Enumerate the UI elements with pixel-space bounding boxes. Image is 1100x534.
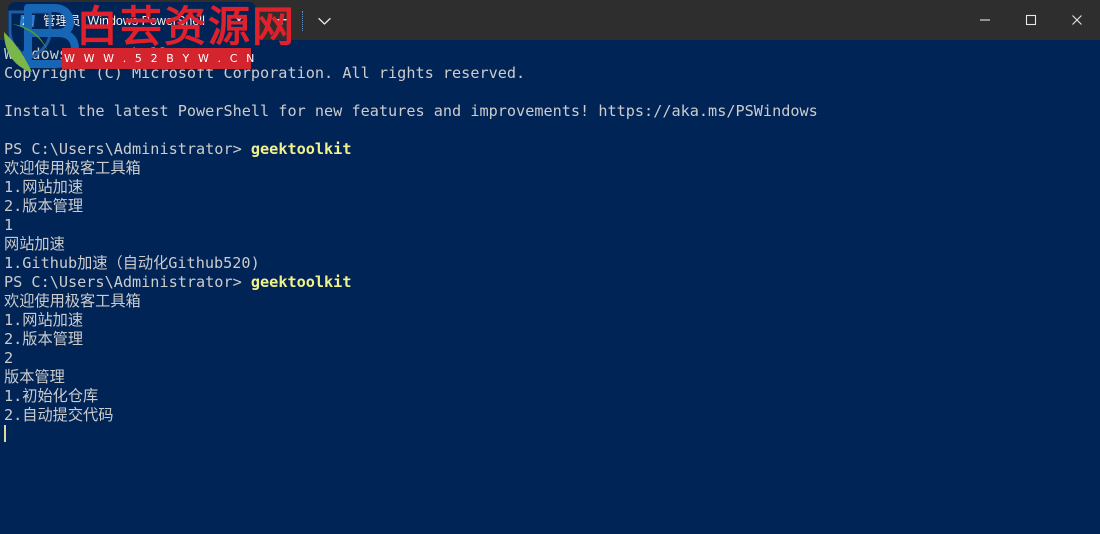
chevron-down-icon[interactable] <box>304 2 344 40</box>
terminal-line: 欢迎使用极客工具箱 <box>4 292 141 310</box>
terminal-line: 网站加速 <box>4 235 65 253</box>
minimize-icon <box>980 19 990 21</box>
terminal-line: Install the latest PowerShell for new fe… <box>4 102 818 120</box>
terminal-line: 版本管理 <box>4 368 65 386</box>
terminal-line: 2.版本管理 <box>4 330 84 348</box>
powershell-icon <box>20 13 36 29</box>
terminal-line: 2.自动提交代码 <box>4 406 114 424</box>
terminal-window: 管理员: Windows PowerShell ✕ + Windows Powe… <box>0 0 1100 534</box>
terminal-output[interactable]: Windows PowerShell Copyright (C) Microsof… <box>0 40 1100 534</box>
tab-separator <box>302 11 304 31</box>
terminal-line: 1.Github加速（自动化Github520) <box>4 254 260 272</box>
terminal-line <box>4 425 1100 444</box>
terminal-line: 2 <box>4 349 14 367</box>
text-cursor <box>4 425 6 442</box>
command-text: geektoolkit <box>250 273 352 291</box>
command-text: geektoolkit <box>250 140 352 158</box>
terminal-line: PS C:\Users\Administrator> geektoolkit <box>4 140 1100 159</box>
close-icon <box>1072 15 1082 25</box>
terminal-line: 1.初始化仓库 <box>4 387 99 405</box>
chevron-down-glyph <box>317 17 331 25</box>
maximize-button[interactable] <box>1008 0 1054 40</box>
terminal-line: 1.网站加速 <box>4 311 84 329</box>
tab-windows-powershell[interactable]: 管理员: Windows PowerShell ✕ <box>8 2 256 40</box>
minimize-button[interactable] <box>962 0 1008 40</box>
terminal-line: PS C:\Users\Administrator> geektoolkit <box>4 273 1100 292</box>
title-bar: 管理员: Windows PowerShell ✕ + <box>0 0 1100 40</box>
tab-close-icon[interactable]: ✕ <box>226 8 252 34</box>
terminal-line: 2.版本管理 <box>4 197 84 215</box>
terminal-line: Copyright (C) Microsoft Corporation. All… <box>4 64 526 82</box>
window-controls <box>962 0 1100 40</box>
close-button[interactable] <box>1054 0 1100 40</box>
tab-title: 管理员: Windows PowerShell <box>43 14 205 28</box>
prompt: PS C:\Users\Administrator> <box>4 273 251 291</box>
terminal-line: 1.网站加速 <box>4 178 84 196</box>
terminal-line: 欢迎使用极客工具箱 <box>4 159 141 177</box>
maximize-icon <box>1025 14 1037 26</box>
terminal-line: 1 <box>4 216 14 234</box>
terminal-line: Windows PowerShell <box>4 45 169 63</box>
prompt: PS C:\Users\Administrator> <box>4 140 251 158</box>
new-tab-button[interactable]: + <box>262 2 302 40</box>
